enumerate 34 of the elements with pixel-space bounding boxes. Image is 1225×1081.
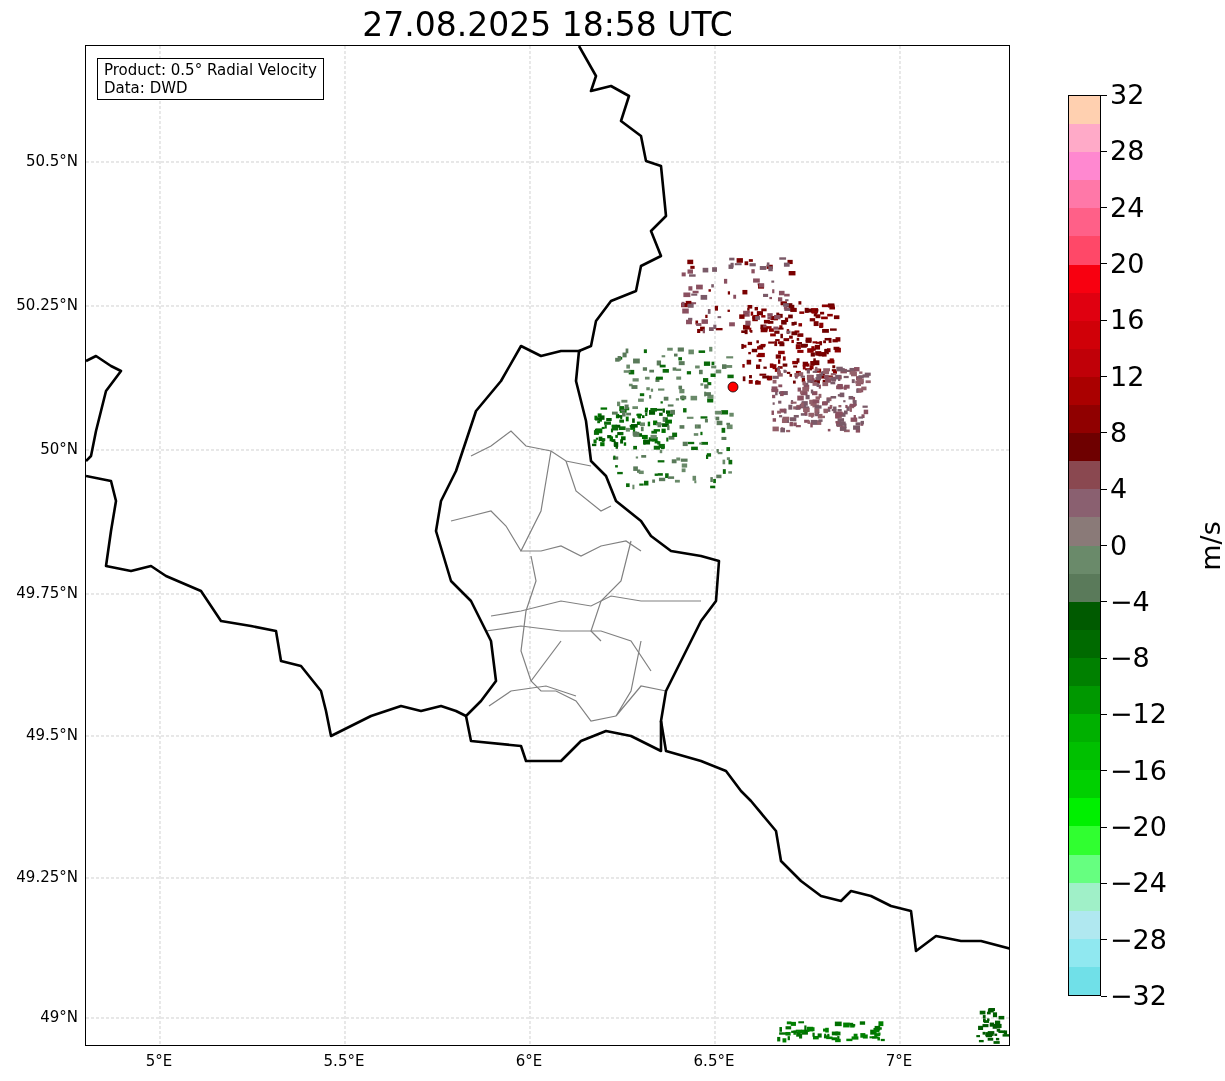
colorbar-tick-label: −8 bbox=[1110, 643, 1150, 674]
chart-title: 27.08.2025 18:58 UTC bbox=[362, 5, 733, 45]
colorbar-tick-label: −24 bbox=[1110, 868, 1167, 899]
longitude-label: 7°E bbox=[884, 1052, 914, 1070]
latitude-label: 49°N bbox=[39, 1008, 78, 1026]
latitude-label: 50.5°N bbox=[24, 152, 78, 170]
colorbar-tick-label: −12 bbox=[1110, 699, 1167, 730]
longitude-label: 6.5°E bbox=[692, 1052, 736, 1070]
colorbar-tick-label: 32 bbox=[1110, 80, 1145, 110]
colorbar-tick-label: 20 bbox=[1110, 248, 1145, 279]
colorbar-tick-label: −28 bbox=[1110, 924, 1167, 955]
colorbar-tick-label: 12 bbox=[1110, 361, 1145, 392]
colorbar-tick-label: 4 bbox=[1110, 474, 1128, 505]
longitude-label: 5°E bbox=[144, 1052, 174, 1070]
latitude-label: 49.75°N bbox=[15, 584, 78, 602]
latitude-label: 49.25°N bbox=[15, 868, 78, 886]
colorbar-tick-label: 0 bbox=[1110, 530, 1128, 561]
info-text: Product: 0.5° Radial Velocity bbox=[104, 61, 317, 79]
colorbar-tick-label: 8 bbox=[1110, 417, 1128, 448]
colorbar-tick-label: −4 bbox=[1110, 586, 1150, 617]
colorbar-tick-label: −16 bbox=[1110, 755, 1167, 786]
colorbar-tick-label: −20 bbox=[1110, 812, 1167, 843]
latitude-label: 50°N bbox=[39, 440, 78, 458]
longitude-label: 5.5°E bbox=[322, 1052, 366, 1070]
colorbar-tick-label: 24 bbox=[1110, 192, 1145, 223]
colorbar-unit-label: m/s bbox=[1196, 521, 1225, 571]
latitude-label: 50.25°N bbox=[15, 296, 78, 314]
info-text: Data: DWD bbox=[104, 79, 189, 97]
latitude-label: 49.5°N bbox=[24, 726, 78, 744]
colorbar-tick-label: −32 bbox=[1110, 981, 1167, 1011]
colorbar-tick-label: 16 bbox=[1110, 305, 1145, 336]
colorbar-tick-label: 28 bbox=[1110, 136, 1145, 167]
longitude-label: 6°E bbox=[514, 1052, 544, 1070]
radar-site-marker bbox=[727, 381, 739, 393]
